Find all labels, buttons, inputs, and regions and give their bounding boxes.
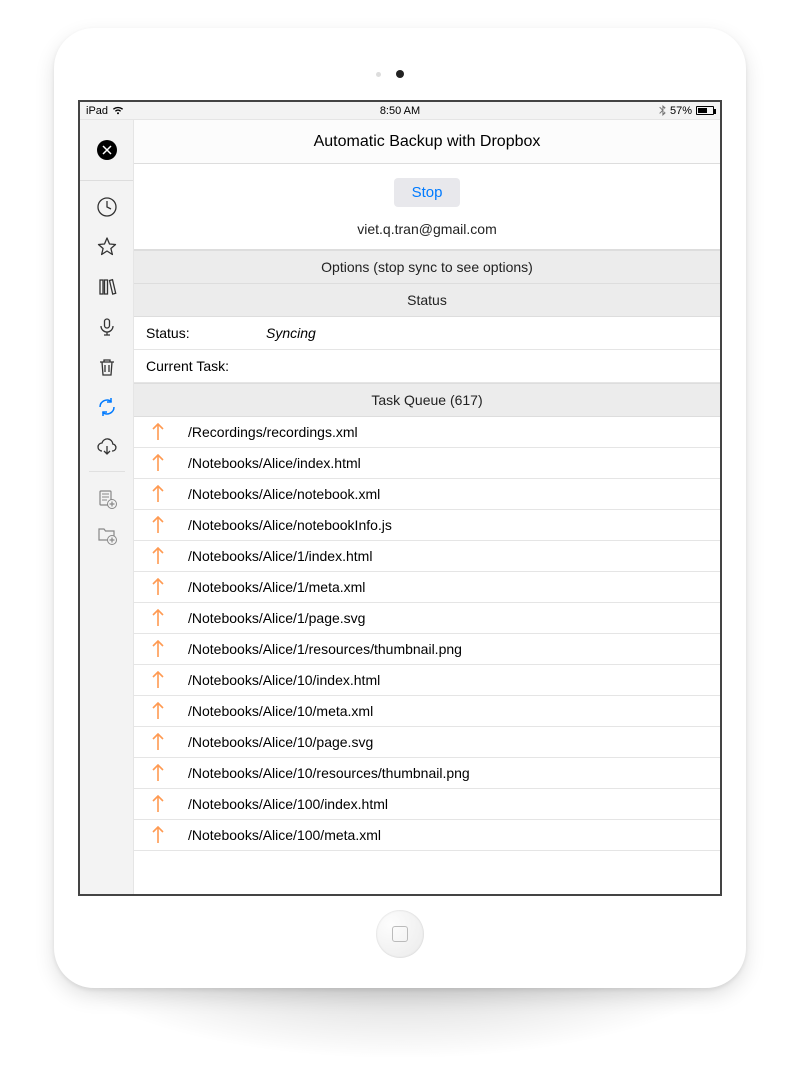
queue-item-path: /Recordings/recordings.xml <box>188 424 710 440</box>
queue-item-path: /Notebooks/Alice/notebook.xml <box>188 486 710 502</box>
current-task-row: Current Task: <box>134 350 720 383</box>
status-section-header: Status <box>134 284 720 317</box>
battery-icon <box>696 106 714 115</box>
upload-arrow-icon <box>152 764 164 782</box>
sidebar-item-library[interactable] <box>91 271 123 303</box>
options-section-header: Options (stop sync to see options) <box>134 250 720 284</box>
queue-item-path: /Notebooks/Alice/100/index.html <box>188 796 710 812</box>
status-label: Status: <box>146 325 266 341</box>
stop-button[interactable]: Stop <box>394 178 461 207</box>
sensor-dot-icon <box>376 72 381 77</box>
sidebar-item-starred[interactable] <box>91 231 123 263</box>
folder-plus-icon <box>96 524 118 546</box>
queue-item: /Notebooks/Alice/1/index.html <box>134 541 720 572</box>
battery-percent-label: 57% <box>670 105 692 117</box>
queue-item-path: /Notebooks/Alice/notebookInfo.js <box>188 517 710 533</box>
note-plus-icon <box>96 488 118 510</box>
queue-item: /Notebooks/Alice/10/page.svg <box>134 727 720 758</box>
current-task-label: Current Task: <box>146 358 266 374</box>
sidebar-divider <box>89 471 125 481</box>
queue-item-path: /Notebooks/Alice/10/index.html <box>188 672 710 688</box>
status-row: Status: Syncing <box>134 317 720 350</box>
queue-item: /Recordings/recordings.xml <box>134 417 720 448</box>
clock-label: 8:50 AM <box>380 105 420 117</box>
queue-item-path: /Notebooks/Alice/1/meta.xml <box>188 579 710 595</box>
task-queue-list[interactable]: /Recordings/recordings.xml/Notebooks/Ali… <box>134 417 720 894</box>
queue-item-path: /Notebooks/Alice/1/page.svg <box>188 610 710 626</box>
screen: iPad 8:50 AM 57% <box>78 100 722 896</box>
account-email: viet.q.tran@gmail.com <box>134 221 720 237</box>
account-block: Stop viet.q.tran@gmail.com <box>134 164 720 250</box>
queue-item-path: /Notebooks/Alice/1/resources/thumbnail.p… <box>188 641 710 657</box>
queue-item-path: /Notebooks/Alice/1/index.html <box>188 548 710 564</box>
queue-item-path: /Notebooks/Alice/10/resources/thumbnail.… <box>188 765 710 781</box>
camera-icon <box>396 70 404 78</box>
star-icon <box>96 236 118 258</box>
upload-arrow-icon <box>152 578 164 596</box>
mic-icon <box>96 316 118 338</box>
queue-item: /Notebooks/Alice/100/meta.xml <box>134 820 720 851</box>
queue-item-path: /Notebooks/Alice/index.html <box>188 455 710 471</box>
queue-item: /Notebooks/Alice/index.html <box>134 448 720 479</box>
clock-icon <box>96 196 118 218</box>
queue-item: /Notebooks/Alice/100/index.html <box>134 789 720 820</box>
queue-item-path: /Notebooks/Alice/100/meta.xml <box>188 827 710 843</box>
queue-item-path: /Notebooks/Alice/10/page.svg <box>188 734 710 750</box>
upload-arrow-icon <box>152 485 164 503</box>
upload-arrow-icon <box>152 516 164 534</box>
close-button[interactable] <box>91 134 123 166</box>
sidebar-item-trash[interactable] <box>91 351 123 383</box>
sidebar-item-recordings[interactable] <box>91 311 123 343</box>
sidebar-item-sync[interactable] <box>91 391 123 423</box>
upload-arrow-icon <box>152 423 164 441</box>
sidebar-item-cloud[interactable] <box>91 431 123 463</box>
task-queue-section-header: Task Queue (617) <box>134 383 720 417</box>
upload-arrow-icon <box>152 826 164 844</box>
sidebar-new-note[interactable] <box>91 485 123 513</box>
queue-item: /Notebooks/Alice/notebookInfo.js <box>134 510 720 541</box>
main-panel: Automatic Backup with Dropbox Stop viet.… <box>134 120 720 894</box>
sidebar-item-recent[interactable] <box>91 191 123 223</box>
queue-item: /Notebooks/Alice/notebook.xml <box>134 479 720 510</box>
cloud-download-icon <box>95 436 119 458</box>
sidebar-new-folder[interactable] <box>91 521 123 549</box>
queue-item: /Notebooks/Alice/1/meta.xml <box>134 572 720 603</box>
home-button[interactable] <box>376 910 424 958</box>
upload-arrow-icon <box>152 454 164 472</box>
upload-arrow-icon <box>152 547 164 565</box>
queue-item-path: /Notebooks/Alice/10/meta.xml <box>188 703 710 719</box>
wifi-icon <box>112 106 124 115</box>
upload-arrow-icon <box>152 671 164 689</box>
sync-icon <box>96 396 118 418</box>
books-icon <box>96 276 118 298</box>
status-bar: iPad 8:50 AM 57% <box>80 102 720 120</box>
queue-item: /Notebooks/Alice/1/page.svg <box>134 603 720 634</box>
queue-item: /Notebooks/Alice/10/resources/thumbnail.… <box>134 758 720 789</box>
upload-arrow-icon <box>152 640 164 658</box>
trash-icon <box>96 356 118 378</box>
page-title: Automatic Backup with Dropbox <box>134 120 720 164</box>
queue-item: /Notebooks/Alice/1/resources/thumbnail.p… <box>134 634 720 665</box>
ipad-frame: iPad 8:50 AM 57% <box>54 28 746 988</box>
upload-arrow-icon <box>152 795 164 813</box>
status-value: Syncing <box>266 325 316 341</box>
upload-arrow-icon <box>152 733 164 751</box>
queue-item: /Notebooks/Alice/10/meta.xml <box>134 696 720 727</box>
queue-item: /Notebooks/Alice/10/index.html <box>134 665 720 696</box>
upload-arrow-icon <box>152 702 164 720</box>
bluetooth-icon <box>659 105 666 116</box>
device-label: iPad <box>86 105 108 117</box>
upload-arrow-icon <box>152 609 164 627</box>
sidebar <box>80 120 134 894</box>
